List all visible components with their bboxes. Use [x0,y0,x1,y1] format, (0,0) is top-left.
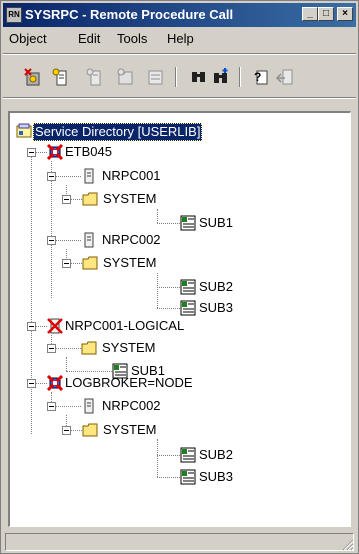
new-library-icon[interactable] [85,67,105,87]
new-folder-icon[interactable] [116,67,136,87]
tree-node-label[interactable]: NRPC001 [102,168,161,184]
tree-node-label[interactable]: LOGBROKER=NODE [65,375,193,391]
tree-line [157,287,180,288]
toolbar-separator [3,97,356,99]
main-window: RN SYSRPC - Remote Procedure Call _ □ × … [0,0,359,554]
find-next-icon[interactable] [211,67,231,87]
tree-node-label[interactable]: SUB2 [199,447,233,463]
folder-icon [82,423,98,437]
tree-line [66,371,112,372]
menu-object[interactable]: Object [9,31,47,46]
tree-node-label[interactable]: SYSTEM [103,191,156,207]
client-node-icon [84,398,94,414]
tree-node-label[interactable]: NRPC001-LOGICAL [65,318,184,334]
collapse-toggle[interactable] [47,172,56,181]
folder-icon [81,341,97,355]
tree-line [31,148,32,434]
window-title: SYSRPC - Remote Procedure Call [25,7,234,22]
svg-text:?: ? [254,70,261,84]
tree-line [157,455,180,456]
tree-line [157,439,158,477]
logical-server-icon [47,318,63,334]
new-server-icon[interactable] [23,67,43,87]
properties-icon[interactable] [145,67,165,87]
tree-node-label[interactable]: SYSTEM [103,422,156,438]
subprogram-icon [180,215,196,231]
find-icon[interactable] [189,67,209,87]
tree-node-label[interactable]: SYSTEM [102,340,155,356]
subprogram-icon [180,279,196,295]
menu-edit[interactable]: Edit [78,31,100,46]
status-bar [3,531,356,553]
tree-line [66,357,67,371]
collapse-toggle[interactable] [47,344,56,353]
tree-node-label[interactable]: SUB2 [199,279,233,295]
collapse-toggle[interactable] [47,402,56,411]
menu-separator [3,53,356,55]
resize-grip-icon[interactable] [342,539,354,551]
title-bar[interactable]: RN SYSRPC - Remote Procedure Call _ □ × [3,3,356,27]
collapse-toggle[interactable] [27,379,36,388]
status-panel [5,533,354,551]
client-node-icon [84,168,94,184]
app-icon[interactable]: RN [6,7,22,23]
tree-line [51,161,52,298]
menu-help[interactable]: Help [167,31,194,46]
collapse-toggle[interactable] [62,426,71,435]
tree-line [157,477,180,478]
tree-node-label[interactable]: SYSTEM [103,255,156,271]
help-icon[interactable]: ? [251,67,271,87]
server-node-icon [47,144,63,160]
tree-line [157,273,158,308]
folder-icon [82,256,98,270]
collapse-toggle[interactable] [62,259,71,268]
folder-icon [82,192,98,206]
tree-node-label[interactable]: SUB3 [199,469,233,485]
collapse-toggle[interactable] [27,148,36,157]
menu-tools[interactable]: Tools [117,31,147,46]
directory-icon [16,123,32,138]
toolbar-divider [239,67,241,87]
tree-node-label[interactable]: NRPC002 [102,398,161,414]
tree-node-label[interactable]: NRPC002 [102,232,161,248]
toolbar-divider [175,67,177,87]
maximize-button[interactable]: □ [318,7,334,21]
exit-icon[interactable] [275,67,295,87]
tree-root-label[interactable]: Service Directory [USERLIB] [33,123,203,141]
tree-node-label[interactable]: SUB1 [199,215,233,231]
client-node-icon [84,232,94,248]
new-client-icon[interactable] [51,67,71,87]
close-button[interactable]: × [337,7,353,21]
tree-node-label[interactable]: SUB3 [199,300,233,316]
collapse-toggle[interactable] [47,236,56,245]
toolbar: ? [3,63,356,93]
collapse-toggle[interactable] [27,322,36,331]
subprogram-icon [180,447,196,463]
service-tree[interactable]: Service Directory [USERLIB] ETB045 NRPC0… [8,111,351,527]
subprogram-icon [180,300,196,316]
menu-bar: Object Edit Tools Help [3,29,356,49]
subprogram-icon [180,469,196,485]
tree-line [157,223,180,224]
collapse-toggle[interactable] [62,195,71,204]
tree-line [157,209,158,223]
server-node-icon [47,375,63,391]
tree-node-label[interactable]: ETB045 [65,144,112,160]
minimize-button[interactable]: _ [302,7,318,21]
tree-line [157,308,180,309]
